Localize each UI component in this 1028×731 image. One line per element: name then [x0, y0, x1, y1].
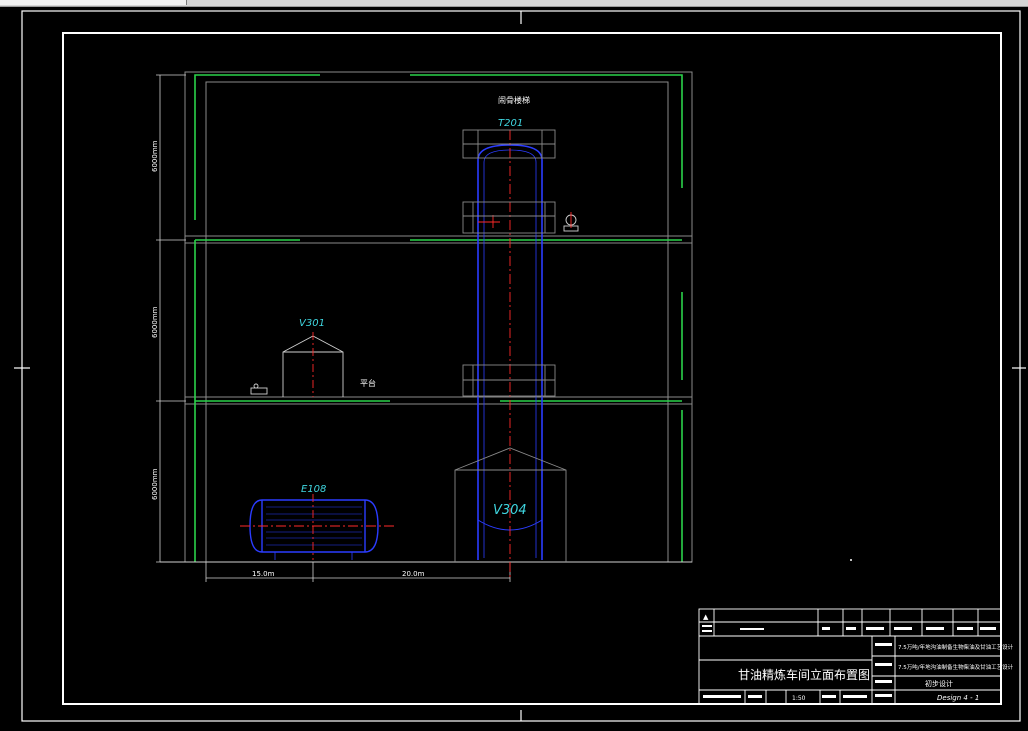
- platform-label: 平台: [360, 378, 376, 388]
- building-outline: [184, 71, 693, 563]
- pump-floor-3: [563, 212, 579, 232]
- design-stage: 初步设计: [925, 679, 953, 688]
- drawing-scale: 1:50: [792, 695, 806, 702]
- dim-span-2: 20.0m: [402, 570, 425, 578]
- title-block: [698, 608, 1002, 705]
- drawing-canvas: 6000mm 6000mm 6000mm 15.0m 20.0m 闹骨楼梯 T2…: [14, 10, 1026, 722]
- drawing-title: 甘油精炼车间立面布置图: [738, 667, 870, 682]
- project-name-2: 7.5万吨/年地沟油制备生物柴油及甘油工艺设计: [898, 663, 1014, 671]
- drawing-frame: [62, 32, 1002, 705]
- dim-floor-2: 6000mm: [151, 306, 159, 338]
- stray-point: [850, 559, 852, 561]
- label-e108: E108: [301, 484, 326, 495]
- exchanger-e108: [240, 494, 396, 560]
- tank-v301: [282, 332, 344, 397]
- label-t201: T201: [498, 118, 523, 129]
- dim-floor-1: 6000mm: [151, 468, 159, 500]
- wall-lines: [194, 74, 683, 562]
- pump-floor-2: [250, 383, 268, 395]
- dim-span-1: 15.0m: [252, 570, 275, 578]
- drawing-number: Design 4 - 1: [937, 694, 979, 702]
- label-v304: V304: [493, 503, 527, 518]
- project-name-1: 7.5万吨/年地沟油制备生物柴油及甘油工艺设计: [898, 643, 1014, 651]
- dim-floor-3: 6000mm: [151, 140, 159, 172]
- cad-viewport[interactable]: 6000mm 6000mm 6000mm 15.0m 20.0m 闹骨楼梯 T2…: [0, 0, 1028, 731]
- title-block-revision-mark: ▲: [703, 613, 709, 621]
- label-v301: V301: [299, 318, 325, 329]
- vertical-dimension: [156, 74, 186, 563]
- stair-label: 闹骨楼梯: [498, 95, 530, 105]
